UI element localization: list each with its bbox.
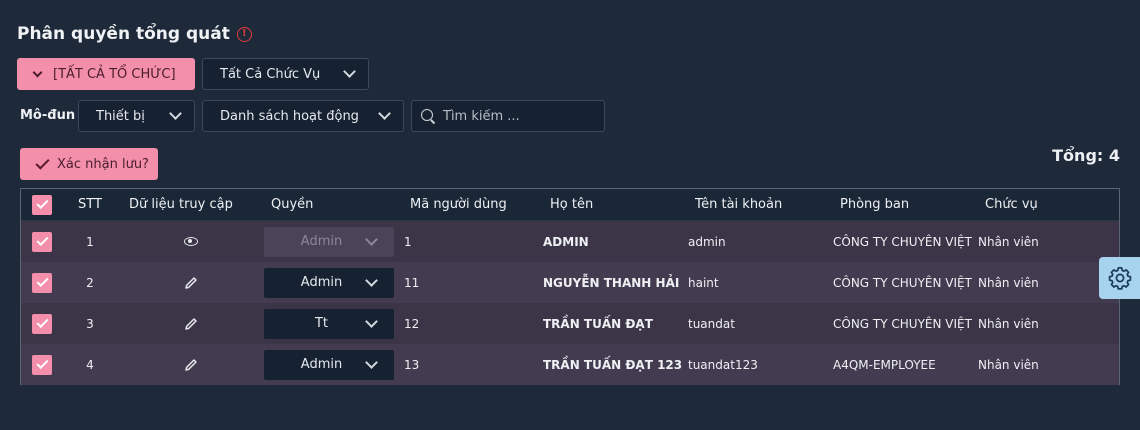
row-stt: 2 bbox=[86, 275, 94, 290]
role-select[interactable]: Tt bbox=[264, 308, 394, 339]
role-select: Admin bbox=[264, 226, 394, 257]
check-icon bbox=[35, 356, 49, 370]
check-icon bbox=[35, 196, 49, 210]
row-name: NGUYỄN THANH HẢI bbox=[543, 275, 680, 290]
role-value: Admin bbox=[300, 234, 343, 249]
eye-icon[interactable] bbox=[184, 237, 198, 246]
module-label: Mô-đun bbox=[20, 108, 76, 123]
row-stt: 3 bbox=[86, 316, 94, 331]
row-account: tuandat123 bbox=[688, 357, 758, 372]
settings-button[interactable] bbox=[1099, 257, 1140, 299]
row-checkbox[interactable] bbox=[32, 354, 52, 375]
column-header[interactable]: Tên tài khoản bbox=[686, 197, 831, 212]
role-value: Tt bbox=[314, 316, 329, 331]
row-name: TRẦN TUẤN ĐẠT 123 bbox=[543, 357, 683, 372]
chevron-down-icon bbox=[32, 67, 43, 77]
activity-select[interactable]: Danh sách hoạt động bbox=[202, 100, 404, 132]
row-name: TRẦN TUẤN ĐẠT bbox=[543, 316, 653, 331]
row-checkbox[interactable] bbox=[32, 272, 52, 293]
select-all-checkbox[interactable] bbox=[32, 194, 52, 215]
check-icon bbox=[35, 315, 49, 329]
role-value: Admin bbox=[300, 275, 343, 290]
column-header[interactable]: STT bbox=[63, 197, 117, 212]
row-account: tuandat bbox=[688, 316, 735, 331]
table-row[interactable]: 4 Admin 13 TRẦN TUẤN ĐẠT 123 tuandat123 … bbox=[21, 344, 1119, 385]
row-account: haint bbox=[688, 275, 719, 290]
row-user-code: 12 bbox=[404, 316, 420, 331]
permissions-table: STT Dữ liệu truy cập Quyền Mã người dùng… bbox=[20, 188, 1120, 385]
role-select[interactable]: Admin bbox=[264, 267, 394, 298]
table-row[interactable]: 3 Tt 12 TRẦN TUẤN ĐẠT tuandat CÔNG TY CH… bbox=[21, 303, 1119, 344]
position-select[interactable]: Tất Cả Chức Vụ bbox=[202, 58, 369, 90]
check-icon bbox=[35, 274, 49, 288]
total-count: Tổng: 4 bbox=[1052, 146, 1120, 165]
role-value: Admin bbox=[300, 357, 343, 372]
org-filter-label: [TẤT CẢ TỔ CHỨC] bbox=[53, 66, 176, 82]
confirm-save-button[interactable]: Xác nhận lưu? bbox=[20, 148, 158, 180]
search-box[interactable] bbox=[411, 100, 605, 132]
row-position: Nhân viên bbox=[978, 357, 1039, 372]
row-department: A4QM-EMPLOYEE bbox=[833, 357, 936, 372]
row-department: CÔNG TY CHUYÊN VIỆT bbox=[833, 234, 972, 249]
row-user-code: 11 bbox=[404, 275, 420, 290]
row-name: ADMIN bbox=[543, 234, 589, 249]
row-position: Nhân viên bbox=[978, 275, 1039, 290]
column-header[interactable]: Mã người dùng bbox=[401, 197, 541, 212]
pencil-icon[interactable] bbox=[183, 316, 199, 332]
module-select-value: Thiết bị bbox=[96, 108, 145, 124]
chevron-down-icon bbox=[169, 107, 182, 120]
module-select[interactable]: Thiết bị bbox=[78, 100, 195, 132]
pencil-icon[interactable] bbox=[183, 275, 199, 291]
activity-select-value: Danh sách hoạt động bbox=[220, 108, 359, 124]
column-header[interactable]: Dữ liệu truy cập bbox=[117, 197, 261, 212]
column-header[interactable]: Chức vụ bbox=[976, 197, 1116, 212]
chevron-down-icon bbox=[378, 107, 391, 120]
pencil-icon[interactable] bbox=[183, 357, 199, 373]
gear-icon bbox=[1108, 266, 1131, 290]
column-header[interactable]: Quyền bbox=[261, 197, 401, 212]
page-title-text: Phân quyền tổng quát bbox=[17, 24, 230, 44]
row-checkbox[interactable] bbox=[32, 313, 52, 334]
search-input[interactable] bbox=[443, 108, 593, 124]
row-department: CÔNG TY CHUYÊN VIỆT bbox=[833, 275, 972, 290]
table-row[interactable]: 2 Admin 11 NGUYỄN THANH HẢI haint CÔNG T… bbox=[21, 262, 1119, 303]
row-position: Nhân viên bbox=[978, 316, 1039, 331]
search-icon bbox=[420, 108, 436, 124]
row-department: CÔNG TY CHUYÊN VIỆT bbox=[833, 316, 972, 331]
chevron-down-icon bbox=[365, 232, 378, 246]
row-user-code: 13 bbox=[404, 357, 420, 372]
row-user-code: 1 bbox=[404, 234, 412, 249]
row-stt: 4 bbox=[86, 357, 94, 372]
position-select-value: Tất Cả Chức Vụ bbox=[220, 66, 321, 82]
confirm-save-label: Xác nhận lưu? bbox=[57, 156, 149, 172]
check-icon bbox=[35, 155, 50, 170]
chevron-down-icon bbox=[365, 314, 378, 328]
page-title: Phân quyền tổng quát ! bbox=[17, 24, 252, 44]
org-filter-button[interactable]: [TẤT CẢ TỔ CHỨC] bbox=[17, 58, 195, 90]
row-position: Nhân viên bbox=[978, 234, 1039, 249]
row-account: admin bbox=[688, 234, 726, 249]
table-header: STT Dữ liệu truy cập Quyền Mã người dùng… bbox=[21, 189, 1119, 221]
chevron-down-icon bbox=[343, 65, 356, 78]
check-icon bbox=[35, 233, 49, 247]
chevron-down-icon bbox=[365, 355, 378, 369]
column-header[interactable]: Phòng ban bbox=[831, 197, 976, 212]
column-header[interactable]: Họ tên bbox=[541, 197, 686, 212]
row-stt: 1 bbox=[86, 234, 94, 249]
info-icon[interactable]: ! bbox=[236, 26, 252, 42]
table-row[interactable]: 1 Admin 1 ADMIN admin CÔNG TY CHUYÊN VIỆ… bbox=[21, 221, 1119, 262]
role-select[interactable]: Admin bbox=[264, 349, 394, 380]
row-checkbox[interactable] bbox=[32, 231, 52, 252]
chevron-down-icon bbox=[365, 273, 378, 287]
